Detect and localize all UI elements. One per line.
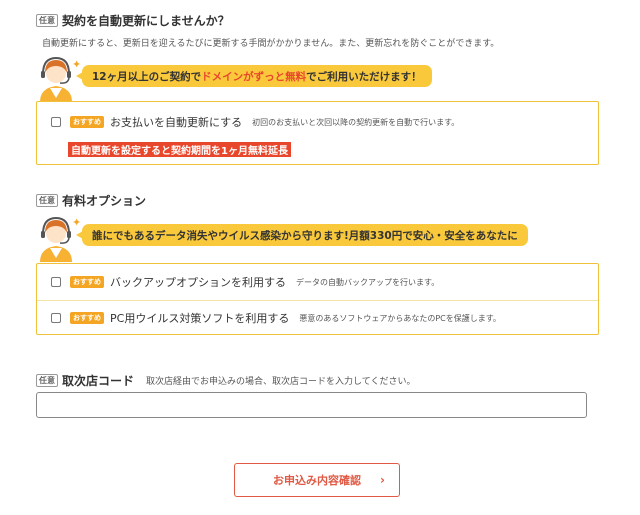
chevron-right-icon: ›: [380, 473, 385, 487]
auto-renew-checkbox[interactable]: [51, 117, 61, 127]
recommended-badge: おすすめ: [70, 312, 104, 324]
free-extension-banner: 自動更新を設定すると契約期間を1ヶ月無料延長: [68, 142, 291, 157]
agency-code-note: 取次店経由でお申込みの場合、取次店コードを入力してください。: [146, 377, 416, 387]
confirm-application-label: お申込み内容確認: [273, 474, 361, 487]
antivirus-option[interactable]: おすすめ PC用ウイルス対策ソフトを利用する 悪意のあるソフトウェアからあなたの…: [37, 300, 598, 335]
agency-code-input[interactable]: [36, 392, 587, 418]
paid-options-title: 有料オプション: [62, 194, 147, 208]
recommended-badge: おすすめ: [70, 116, 104, 128]
paid-options-heading: 任意 有料オプション: [36, 192, 146, 209]
auto-renew-label: お支払いを自動更新にする: [110, 116, 243, 129]
backup-note: データの自動バックアップを行います。: [296, 277, 440, 287]
recommended-badge: おすすめ: [70, 276, 104, 288]
bubble-text-end: でご利用いただけます！: [306, 70, 422, 83]
paid-options-promo-bubble: 誰にでもあるデータ消失やウイルス感染から守ります!月額330円で安心・安全をあな…: [76, 224, 528, 246]
antivirus-note: 悪意のあるソフトウェアからあなたのPCを保護します。: [299, 313, 501, 323]
agency-code-heading: 任意 取次店コード 取次店経由でお申込みの場合、取次店コードを入力してください。: [36, 372, 415, 389]
sparkle-icon: ✦: [72, 58, 82, 71]
bubble-accent-text: ドメインがずっと無料: [201, 70, 307, 83]
backup-option[interactable]: おすすめ バックアップオプションを利用する データの自動バックアップを行います。: [37, 264, 598, 300]
antivirus-checkbox[interactable]: [51, 313, 61, 323]
antivirus-label: PC用ウイルス対策ソフトを利用する: [110, 312, 290, 325]
auto-renew-heading: 任意 契約を自動更新にしませんか？: [36, 12, 230, 29]
optional-tag: 任意: [36, 194, 58, 207]
auto-renew-title: 契約を自動更新にしませんか？: [62, 14, 230, 28]
auto-renew-promo-bubble: 12ヶ月以上のご契約で ドメインがずっと無料 でご利用いただけます！: [76, 65, 432, 87]
auto-renew-option[interactable]: おすすめ お支払いを自動更新にする 初回のお支払いと次回以降の契約更新を自動で行…: [37, 111, 598, 133]
auto-renew-note: 初回のお支払いと次回以降の契約更新を自動で行います。: [252, 117, 460, 127]
paid-options-panel: おすすめ バックアップオプションを利用する データの自動バックアップを行います。…: [36, 263, 599, 335]
optional-tag: 任意: [36, 14, 58, 27]
backup-checkbox[interactable]: [51, 277, 61, 287]
agency-code-title: 取次店コード: [62, 374, 135, 388]
bubble-text: 12ヶ月以上のご契約で: [92, 70, 202, 83]
backup-label: バックアップオプションを利用する: [110, 276, 286, 289]
sparkle-icon: ✦: [72, 216, 82, 229]
confirm-application-button[interactable]: お申込み内容確認 ›: [234, 463, 400, 497]
optional-tag: 任意: [36, 374, 58, 387]
auto-renew-panel: おすすめ お支払いを自動更新にする 初回のお支払いと次回以降の契約更新を自動で行…: [36, 101, 599, 165]
auto-renew-description: 自動更新にすると、更新日を迎えるたびに更新する手間がかかりません。また、更新忘れ…: [42, 39, 500, 49]
